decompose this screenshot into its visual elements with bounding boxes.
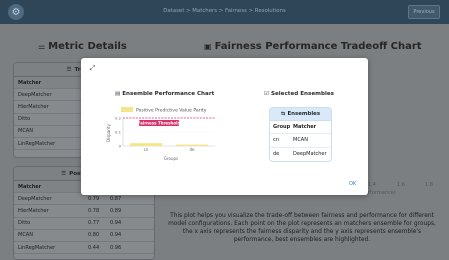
x-tick-label: 1.4 [368, 182, 376, 188]
ensemble-details-modal: ⤢ ▤ Ensemble Performance Chart ☑ Selecte… [81, 58, 368, 195]
legend-swatch [121, 107, 133, 112]
y-axis-label: Disparity [106, 123, 111, 142]
ensembles-table-row: de DeepMatcher [273, 151, 327, 158]
sliders-icon: ⚌ [38, 42, 46, 51]
selected-ensembles-heading: ☑ Selected Ensembles [264, 91, 334, 97]
axis-label-fragment: rformance) [368, 190, 396, 196]
list-icon: ☰ [66, 66, 72, 73]
tradeoff-chart-title: Fairness Performance Tradeoff Chart [214, 41, 422, 52]
close-icon[interactable]: ⤢ [88, 64, 97, 73]
table-row: HierMatcher 0.78 0.89 [14, 205, 154, 218]
top-navbar: ⚙ Dataset > Matchers > Fairness > Resolu… [0, 0, 449, 24]
table-row: MCAN 0.80 0.94 [14, 230, 154, 242]
metric-details-heading: ⚌ Metric Details [38, 41, 127, 52]
shuffle-icon: ⇆ [280, 111, 286, 117]
bar [175, 144, 209, 146]
selected-ensembles-title: Selected Ensembles [270, 91, 335, 97]
ensemble-chart-title: Ensemble Performance Chart [122, 91, 215, 97]
chart-icon: ▤ [115, 91, 121, 97]
x-tick-label: de [190, 147, 196, 152]
y-tick-label: 0.1 [115, 130, 122, 135]
y-tick-label: 0 [119, 144, 122, 149]
tradeoff-description: This plot helps you visualize the trade-… [168, 213, 436, 243]
ensemble-performance-chart: Positive Predictive Value Parity Dispari… [103, 104, 223, 162]
metric-details-title: Metric Details [48, 41, 127, 52]
table-row: Ditto 0.77 0.94 [14, 218, 154, 230]
ensemble-chart-heading: ▤ Ensemble Performance Chart [115, 91, 214, 97]
ensembles-card-header: ⇆ Ensembles [270, 108, 331, 121]
x-axis-label: Groups [164, 156, 178, 161]
legend-label: Positive Predictive Value Parity [136, 108, 207, 114]
bar [129, 143, 163, 146]
fairness-threshold-label: Fairness Threshold [138, 120, 181, 125]
ensembles-table-header: Group Matcher [270, 121, 331, 134]
table-row: DeepMatcher 0.79 0.87 [14, 193, 154, 206]
tradeoff-chart-heading: ▣ Fairness Performance Tradeoff Chart [204, 41, 422, 52]
previous-button[interactable]: Previous [408, 5, 440, 19]
ensemble-chart-svg: Positive Predictive Value Parity Dispari… [106, 107, 215, 161]
x-tick-label: 1.6 [397, 182, 405, 188]
breadcrumb: Dataset > Matchers > Fairness > Resoluti… [163, 8, 286, 14]
x-tick-label: 1.8 [425, 182, 433, 188]
x-tick-label: cn [144, 147, 149, 152]
table-row: LinRegMatcher 0.44 0.96 [14, 242, 154, 255]
ensembles-card-title: Ensembles [287, 111, 321, 117]
ensembles-table-row: cn MCAN [270, 134, 331, 148]
chart-icon: ▣ [204, 42, 212, 51]
checklist-icon: ☑ [264, 91, 269, 97]
ok-button[interactable]: OK [349, 181, 356, 187]
y-tick-label: 0.2 [115, 116, 122, 121]
selected-ensembles-card: ⇆ Ensembles Group Matcher cn MCAN de Dee… [269, 107, 332, 162]
list-icon: ☰ [61, 170, 67, 177]
